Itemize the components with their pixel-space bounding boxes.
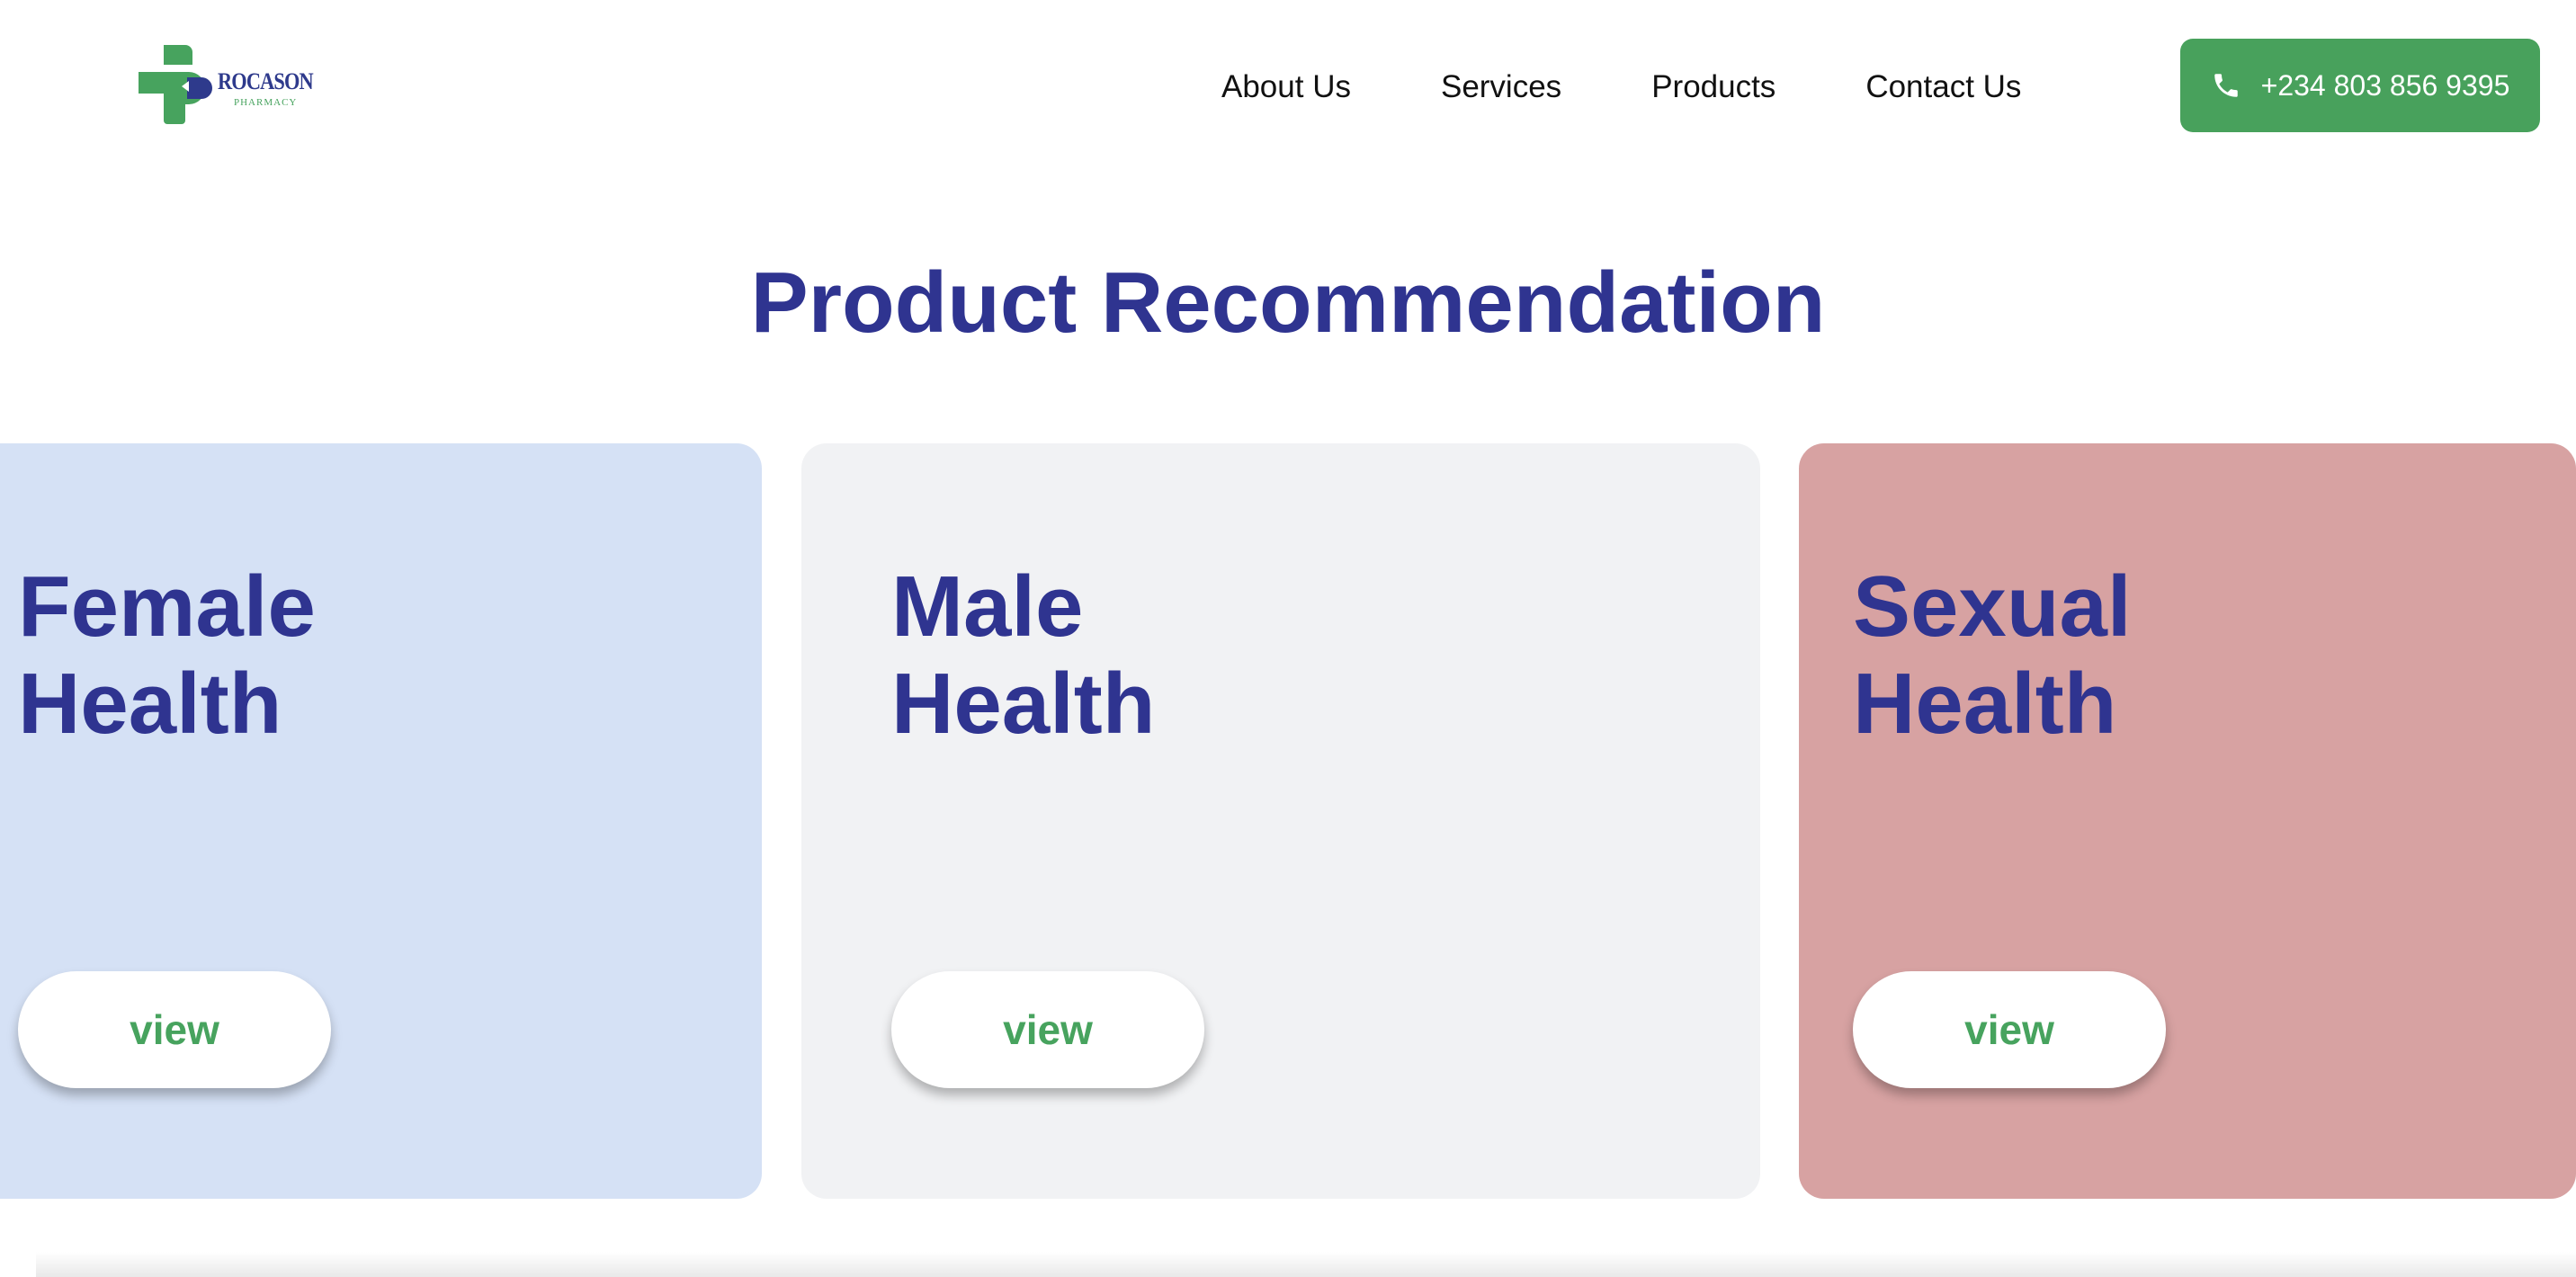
card-title-line2: Health — [1853, 656, 2117, 752]
view-sexual-health-button[interactable]: view — [1853, 971, 2166, 1088]
phone-call-button[interactable]: +234 803 856 9395 — [2180, 39, 2540, 132]
nav-contact-us[interactable]: Contact Us — [1865, 69, 2021, 105]
brand-subtitle: PHARMACY — [234, 97, 298, 108]
card-male-health: Male Health view — [801, 443, 1760, 1199]
view-male-health-button[interactable]: view — [891, 971, 1204, 1088]
card-title-line1: Female — [18, 558, 316, 655]
card-title-line2: Health — [891, 656, 1156, 752]
brand-name: ROCASON — [218, 68, 314, 94]
card-title-line2: Health — [18, 656, 282, 752]
page: ROCASON PHARMACY About Us Services Produ… — [0, 0, 2576, 1277]
nav-about-us[interactable]: About Us — [1221, 69, 1351, 105]
view-button-label: view — [1964, 1006, 2054, 1053]
nav-products[interactable]: Products — [1651, 69, 1775, 105]
card-title: Female Health — [18, 558, 558, 753]
nav-services[interactable]: Services — [1441, 69, 1561, 105]
view-female-health-button[interactable]: view — [18, 971, 331, 1088]
card-title: Male Health — [891, 558, 1431, 753]
phone-number: +234 803 856 9395 — [2260, 68, 2510, 102]
main-nav: About Us Services Products Contact Us — [1221, 65, 2021, 110]
card-female-health: Female Health view — [0, 443, 762, 1199]
card-title-line1: Sexual — [1853, 558, 2132, 655]
card-title: Sexual Health — [1853, 558, 2393, 753]
card-title-line1: Male — [891, 558, 1084, 655]
view-button-label: view — [130, 1006, 219, 1053]
next-section-edge — [36, 1252, 2576, 1277]
phone-icon — [2214, 74, 2238, 97]
brand-logo[interactable]: ROCASON PHARMACY — [137, 41, 314, 126]
view-button-label: view — [1003, 1006, 1093, 1053]
rocason-logo-icon — [139, 45, 212, 124]
page-title: Product Recommendation — [750, 255, 1826, 351]
card-sexual-health: Sexual Health view — [1799, 443, 2576, 1199]
